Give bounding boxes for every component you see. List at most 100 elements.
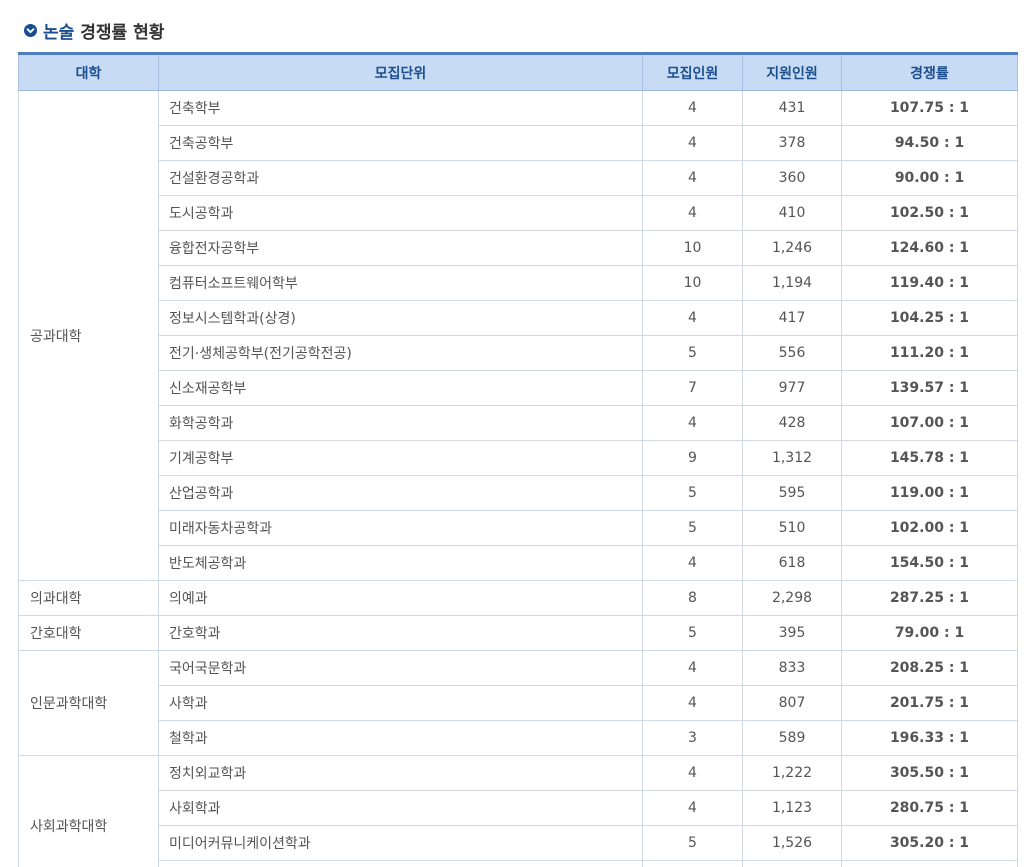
applicants-cell: 1,123	[742, 790, 842, 826]
table-row: 신소재공학부 7 977 139.57 : 1	[19, 370, 1018, 406]
unit-cell: 도시공학과	[158, 195, 643, 231]
page-root: 논술 경쟁률 현황 대학 모집단위 모집인원 지원인원 경쟁률 공과대학 건축학부…	[0, 0, 1033, 867]
unit-cell: 철학과	[158, 720, 643, 756]
unit-cell: 건설환경공학과	[158, 160, 643, 196]
quota-cell: 4	[642, 685, 743, 721]
table-row: 반도체공학과 4 618 154.50 : 1	[19, 545, 1018, 581]
college-cell: 공과대학	[18, 90, 159, 581]
quota-cell: 5	[642, 475, 743, 511]
table-row: 화학공학과 4 428 107.00 : 1	[19, 405, 1018, 441]
unit-cell: 미래자동차공학과	[158, 510, 643, 546]
heading-title: 경쟁률 현황	[80, 22, 165, 43]
ratio-cell: 119.40 : 1	[841, 265, 1018, 301]
quota-cell: 4	[642, 125, 743, 161]
applicants-cell: 833	[742, 650, 842, 686]
table-row: 관광학부4964241.00 : 1	[19, 860, 1018, 867]
quota-cell: 10	[642, 265, 743, 301]
ratio-cell: 280.75 : 1	[841, 790, 1018, 826]
unit-cell: 화학공학과	[158, 405, 643, 441]
applicants-cell: 977	[742, 370, 842, 406]
applicants-cell: 378	[742, 125, 842, 161]
ratio-cell: 107.75 : 1	[841, 90, 1018, 126]
college-cell: 인문과학대학	[18, 650, 159, 756]
table-row: 산업공학과 5 595 119.00 : 1	[19, 475, 1018, 511]
quota-cell: 3	[642, 720, 743, 756]
table-row: 사회학과 4 1,123 280.75 : 1	[19, 790, 1018, 826]
applicants-cell: 1,526	[742, 825, 842, 861]
college-cell: 간호대학	[18, 615, 159, 651]
applicants-cell: 510	[742, 510, 842, 546]
unit-cell: 건축공학부	[158, 125, 643, 161]
unit-cell: 정치외교학과	[158, 755, 643, 791]
unit-cell: 반도체공학과	[158, 545, 643, 581]
unit-cell: 신소재공학부	[158, 370, 643, 406]
ratio-cell: 305.20 : 1	[841, 825, 1018, 861]
table-row: 의과대학 의예과 8 2,298 287.25 : 1	[18, 580, 1018, 616]
table-row: 융합전자공학부 10 1,246 124.60 : 1	[19, 230, 1018, 266]
table-row: 도시공학과 4 410 102.50 : 1	[19, 195, 1018, 231]
table-row: 미래자동차공학과 5 510 102.00 : 1	[19, 510, 1018, 546]
table-row: 사회과학대학 정치외교학과 4 1,222 305.50 : 1	[18, 755, 1018, 867]
ratio-cell: 111.20 : 1	[841, 335, 1018, 371]
ratio-cell: 287.25 : 1	[841, 580, 1018, 616]
quota-cell: 5	[642, 825, 743, 861]
table-header: 대학 모집단위 모집인원 지원인원 경쟁률	[18, 52, 1018, 91]
table-row: 간호대학 간호학과 5 395 79.00 : 1	[18, 615, 1018, 651]
applicants-cell: 556	[742, 335, 842, 371]
table-row: 건설환경공학과 4 360 90.00 : 1	[19, 160, 1018, 196]
unit-cell: 산업공학과	[158, 475, 643, 511]
applicants-cell: 395	[742, 615, 842, 651]
ratio-cell: 208.25 : 1	[841, 650, 1018, 686]
table-row: 인문과학대학 국어국문학과 4 833 208.25 : 1	[18, 650, 1018, 756]
ratio-cell: 102.00 : 1	[841, 510, 1018, 546]
quota-cell: 4	[642, 790, 743, 826]
quota-cell: 4	[642, 195, 743, 231]
quota-cell: 5	[642, 510, 743, 546]
unit-cell: 컴퓨터소프트웨어학부	[158, 265, 643, 301]
table-row: 정보시스템학과(상경) 4 417 104.25 : 1	[19, 300, 1018, 336]
ratio-cell: 94.50 : 1	[841, 125, 1018, 161]
unit-cell: 미디어커뮤니케이션학과	[158, 825, 643, 861]
applicants-cell: 1,222	[742, 755, 842, 791]
quota-cell: 7	[642, 370, 743, 406]
quota-cell: 10	[642, 230, 743, 266]
quota-cell: 4	[642, 90, 743, 126]
table-row: 컴퓨터소프트웨어학부 10 1,194 119.40 : 1	[19, 265, 1018, 301]
header-college: 대학	[18, 52, 159, 91]
header-unit: 모집단위	[158, 52, 643, 91]
header-applicants: 지원인원	[742, 52, 842, 91]
table-row: 전기·생체공학부(전기공학전공) 5 556 111.20 : 1	[19, 335, 1018, 371]
competition-table: 대학 모집단위 모집인원 지원인원 경쟁률 공과대학 건축학부 4 431 107.75…	[18, 52, 1018, 867]
table-row: 미디어커뮤니케이션학과 5 1,526 305.20 : 1	[19, 825, 1018, 861]
quota-cell: 4	[642, 300, 743, 336]
ratio-cell: 154.50 : 1	[841, 545, 1018, 581]
header-quota: 모집인원	[642, 52, 743, 91]
applicants-cell: 595	[742, 475, 842, 511]
applicants-cell: 589	[742, 720, 842, 756]
applicants-cell: 1,194	[742, 265, 842, 301]
unit-cell: 사학과	[158, 685, 643, 721]
unit-cell: 관광학부	[158, 860, 643, 867]
unit-cell: 의예과	[158, 580, 643, 616]
unit-cell: 정보시스템학과(상경)	[158, 300, 643, 336]
unit-cell: 전기·생체공학부(전기공학전공)	[158, 335, 643, 371]
table-row: 공과대학 건축학부 4 431 107.75 : 1	[18, 90, 1018, 581]
ratio-cell: 124.60 : 1	[841, 230, 1018, 266]
ratio-cell: 145.78 : 1	[841, 440, 1018, 476]
quota-cell: 4	[642, 755, 743, 791]
ratio-cell: 102.50 : 1	[841, 195, 1018, 231]
chevron-circle-icon	[24, 23, 37, 37]
applicants-cell: 417	[742, 300, 842, 336]
applicants-cell: 428	[742, 405, 842, 441]
table-row: 철학과 3 589 196.33 : 1	[19, 720, 1018, 756]
quota-cell: 4	[642, 160, 743, 196]
table-row: 사학과 4 807 201.75 : 1	[19, 685, 1018, 721]
ratio-cell: 119.00 : 1	[841, 475, 1018, 511]
unit-cell: 융합전자공학부	[158, 230, 643, 266]
unit-cell: 건축학부	[158, 90, 643, 126]
quota-cell: 9	[642, 440, 743, 476]
unit-cell: 기계공학부	[158, 440, 643, 476]
quota-cell: 4	[642, 545, 743, 581]
applicants-cell: 964	[742, 860, 842, 867]
college-cell: 사회과학대학	[18, 755, 159, 867]
